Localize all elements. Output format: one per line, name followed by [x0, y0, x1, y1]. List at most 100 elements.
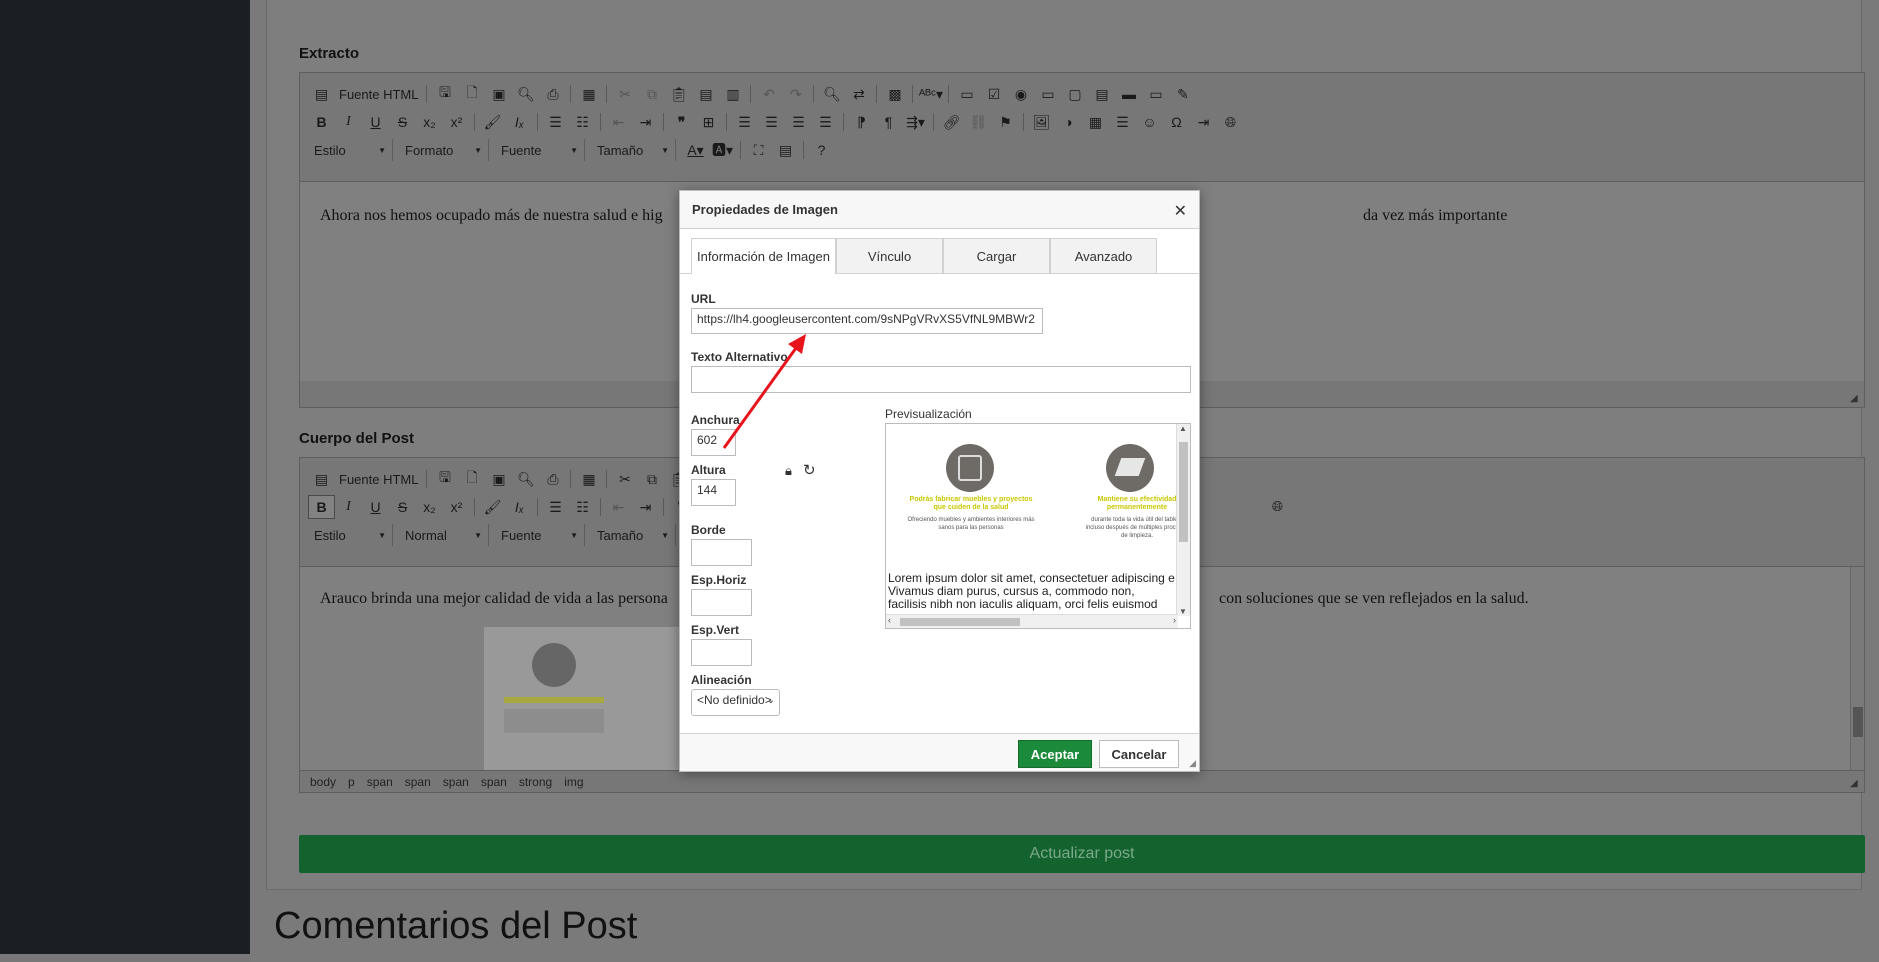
- iframe-icon[interactable]: 🌐︎: [1217, 110, 1244, 134]
- preview-vscroll-thumb[interactable]: [1179, 442, 1188, 542]
- superscript-icon[interactable]: x²: [443, 110, 470, 134]
- select-field-icon[interactable]: ▤: [1088, 82, 1115, 106]
- hidden-field-icon[interactable]: ✎: [1169, 82, 1196, 106]
- style-combo[interactable]: Estilo ▼: [308, 139, 393, 161]
- undo-icon[interactable]: ↶: [755, 82, 782, 106]
- bg-color-icon[interactable]: 🅰▾: [709, 138, 736, 162]
- source-button[interactable]: Fuente HTML: [335, 87, 422, 102]
- textarea-icon[interactable]: ▢: [1061, 82, 1088, 106]
- path-span[interactable]: span: [367, 775, 393, 789]
- border-input[interactable]: [691, 539, 752, 566]
- path-strong[interactable]: strong: [519, 775, 552, 789]
- source-icon[interactable]: ▤: [308, 82, 335, 106]
- editor-scrollbar[interactable]: [1850, 567, 1864, 771]
- bold-icon[interactable]: B: [308, 495, 335, 519]
- copy-icon[interactable]: ⧉: [638, 82, 665, 106]
- smiley-icon[interactable]: ☺: [1136, 110, 1163, 134]
- resize-grip-icon[interactable]: ◢: [1850, 394, 1860, 404]
- paste-word-icon[interactable]: ▥: [719, 82, 746, 106]
- remove-format-icon[interactable]: Iₓ: [506, 495, 533, 519]
- blockquote-icon[interactable]: ❞: [668, 110, 695, 134]
- tab-image-info[interactable]: Información de Imagen: [691, 238, 836, 274]
- close-icon[interactable]: ✕: [1174, 201, 1187, 221]
- new-page-icon[interactable]: 🗋: [458, 82, 485, 106]
- save-icon[interactable]: 🖫: [431, 82, 458, 106]
- link-icon[interactable]: 🔗︎: [938, 110, 965, 134]
- underline-icon[interactable]: U: [362, 495, 389, 519]
- preview-icon[interactable]: 🔍︎: [512, 82, 539, 106]
- replace-icon[interactable]: ⇄: [845, 82, 872, 106]
- vspace-input[interactable]: [691, 639, 752, 666]
- strike-icon[interactable]: S: [389, 110, 416, 134]
- preview-vscrollbar[interactable]: ▲ ▼: [1176, 424, 1190, 616]
- copy-format-icon[interactable]: 🖌︎: [479, 495, 506, 519]
- path-span[interactable]: span: [481, 775, 507, 789]
- source-icon[interactable]: ▤: [308, 467, 335, 491]
- spellcheck-icon[interactable]: ᴬᴮᶜ▾: [917, 82, 944, 106]
- div-icon[interactable]: ⊞: [695, 110, 722, 134]
- subscript-icon[interactable]: x₂: [416, 110, 443, 134]
- align-right-icon[interactable]: ☰: [785, 110, 812, 134]
- url-input[interactable]: https://lh4.googleusercontent.com/9sNPgV…: [691, 308, 1043, 334]
- flash-icon[interactable]: ◑: [1055, 110, 1082, 134]
- maximize-icon[interactable]: ⛶: [745, 138, 772, 162]
- preview-icon[interactable]: 🔍︎: [512, 467, 539, 491]
- preview-hscroll-thumb[interactable]: [900, 618, 1020, 626]
- path-img[interactable]: img: [564, 775, 583, 789]
- chevron-down-icon[interactable]: ▼: [1179, 607, 1187, 616]
- page-break-icon[interactable]: ⇥: [1190, 110, 1217, 134]
- bold-icon[interactable]: B: [308, 110, 335, 134]
- bulleted-list-icon[interactable]: ☷: [569, 110, 596, 134]
- chevron-right-icon[interactable]: ›: [1173, 615, 1176, 625]
- style-combo[interactable]: Estilo ▼: [308, 524, 393, 546]
- width-input[interactable]: 602: [691, 429, 736, 456]
- checkbox-icon[interactable]: ☑: [980, 82, 1007, 106]
- subscript-icon[interactable]: x₂: [416, 495, 443, 519]
- anchor-icon[interactable]: ⚑: [992, 110, 1019, 134]
- bulleted-list-icon[interactable]: ☷: [569, 495, 596, 519]
- image-button-icon[interactable]: ▭: [1142, 82, 1169, 106]
- justify-icon[interactable]: ☰: [812, 110, 839, 134]
- update-post-button[interactable]: Actualizar post: [299, 835, 1865, 873]
- rtl-icon[interactable]: ¶: [875, 110, 902, 134]
- table-icon[interactable]: ▦: [1082, 110, 1109, 134]
- path-body[interactable]: body: [310, 775, 336, 789]
- new-page-icon[interactable]: 🗋: [458, 467, 485, 491]
- cancel-button[interactable]: Cancelar: [1099, 740, 1179, 768]
- lock-ratio-icon[interactable]: 🔒︎: [785, 463, 792, 479]
- chevron-up-icon[interactable]: ▲: [1179, 424, 1187, 433]
- superscript-icon[interactable]: x²: [443, 495, 470, 519]
- horizontal-line-icon[interactable]: ☰: [1109, 110, 1136, 134]
- scrollbar-thumb[interactable]: [1853, 707, 1863, 737]
- print-icon[interactable]: ⎙: [539, 82, 566, 106]
- find-icon[interactable]: 🔍︎: [818, 82, 845, 106]
- outdent-icon[interactable]: ⇤: [605, 495, 632, 519]
- language-icon[interactable]: ⇶▾: [902, 110, 929, 134]
- save-icon[interactable]: 🖫: [431, 467, 458, 491]
- textfield-icon[interactable]: ▭: [1034, 82, 1061, 106]
- numbered-list-icon[interactable]: ☰: [542, 495, 569, 519]
- resize-grip-icon[interactable]: ◢: [1850, 779, 1860, 789]
- cut-icon[interactable]: ✂: [611, 82, 638, 106]
- form-icon[interactable]: ▭: [953, 82, 980, 106]
- size-combo[interactable]: Tamaño ▼: [591, 139, 676, 161]
- format-combo[interactable]: Formato ▼: [399, 139, 489, 161]
- paste-icon[interactable]: 📋︎: [665, 82, 692, 106]
- align-left-icon[interactable]: ☰: [731, 110, 758, 134]
- align-select[interactable]: <No definido> ⌄: [691, 689, 780, 716]
- remove-format-icon[interactable]: Iₓ: [506, 110, 533, 134]
- copy-format-icon[interactable]: 🖌︎: [479, 110, 506, 134]
- path-span[interactable]: span: [443, 775, 469, 789]
- accept-button[interactable]: Aceptar: [1018, 740, 1092, 768]
- chevron-left-icon[interactable]: ‹: [888, 615, 891, 625]
- tab-link[interactable]: Vínculo: [836, 238, 943, 273]
- embedded-image[interactable]: [484, 627, 684, 771]
- radio-icon[interactable]: ◉: [1007, 82, 1034, 106]
- copy-icon[interactable]: ⧉: [638, 467, 665, 491]
- outdent-icon[interactable]: ⇤: [605, 110, 632, 134]
- tab-advanced[interactable]: Avanzado: [1050, 238, 1157, 273]
- templates-icon[interactable]: ▦: [575, 467, 602, 491]
- help-icon[interactable]: ?: [808, 138, 835, 162]
- hspace-input[interactable]: [691, 589, 752, 616]
- underline-icon[interactable]: U: [362, 110, 389, 134]
